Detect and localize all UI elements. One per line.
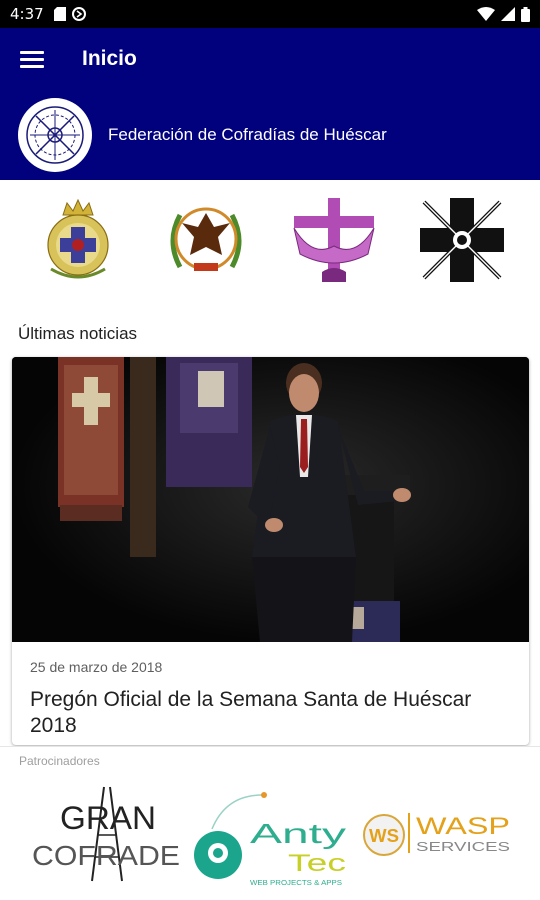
news-title: Pregón Oficial de la Semana Santa de Hué… bbox=[30, 688, 472, 737]
wifi-icon bbox=[477, 7, 495, 21]
federation-emblem-icon bbox=[26, 106, 84, 164]
brotherhood-logo-1[interactable] bbox=[28, 190, 128, 290]
brotherhood-logo-2[interactable] bbox=[156, 190, 256, 290]
latest-news-heading: Últimas noticias bbox=[18, 324, 138, 343]
sponsors-heading: Patrocinadores bbox=[19, 754, 100, 768]
sponsor-3-line2: SERVICES bbox=[416, 839, 510, 854]
status-bar: 4:37 bbox=[0, 0, 540, 28]
toolbar: Inicio bbox=[0, 28, 540, 90]
organization-header: Federación de Cofradías de Huéscar bbox=[18, 98, 387, 172]
sponsor-wasp-services[interactable]: WS WASP SERVICES bbox=[358, 809, 514, 864]
status-time: 4:37 bbox=[10, 5, 44, 23]
battery-icon bbox=[521, 6, 530, 22]
hamburger-menu-icon[interactable] bbox=[20, 47, 44, 71]
sponsor-1-line2: COFRADE bbox=[32, 840, 180, 871]
eagle-wreath-emblem-icon bbox=[170, 207, 242, 271]
black-cross-swords-icon bbox=[420, 198, 504, 282]
speaker-photo-illustration bbox=[12, 357, 529, 642]
sd-card-icon bbox=[53, 7, 66, 21]
sponsor-3-line1: WASP bbox=[416, 813, 510, 840]
app-bar: Inicio Federación de Cofradías de Huésca… bbox=[0, 28, 540, 180]
purple-cross-shroud-icon bbox=[293, 198, 375, 282]
sponsor-2-tagline: WEB PROJECTS & APPS bbox=[250, 880, 342, 887]
wasp-services-logo-icon: WS WASP SERVICES bbox=[363, 813, 510, 856]
antytec-logo-icon: Anty Tec WEB PROJECTS & APPS bbox=[194, 792, 346, 887]
sponsor-3-badge: WS bbox=[369, 826, 399, 846]
brotherhood-logo-4[interactable] bbox=[412, 190, 512, 290]
signal-icon bbox=[501, 7, 515, 21]
gran-cofrade-logo-icon: GRAN COFRADE bbox=[32, 786, 180, 882]
federation-logo[interactable] bbox=[18, 98, 92, 172]
brotherhood-logos-row bbox=[0, 190, 540, 296]
organization-name: Federación de Cofradías de Huéscar bbox=[108, 125, 387, 144]
sponsor-2-line1: Anty bbox=[250, 818, 346, 849]
page-title: Inicio bbox=[82, 47, 137, 70]
news-image bbox=[12, 357, 529, 642]
data-saver-icon bbox=[71, 7, 86, 21]
sponsor-2-line2: Tec bbox=[288, 850, 346, 877]
news-date: 25 de marzo de 2018 bbox=[30, 659, 163, 675]
news-card[interactable]: 25 de marzo de 2018 Pregón Oficial de la… bbox=[12, 357, 529, 745]
sponsors-section: Patrocinadores GRAN COFRADE Anty Tec WEB… bbox=[0, 746, 540, 900]
sponsor-gran-cofrade[interactable]: GRAN COFRADE bbox=[32, 785, 182, 890]
sponsor-antytec[interactable]: Anty Tec WEB PROJECTS & APPS bbox=[192, 789, 352, 894]
sponsor-1-line1: GRAN bbox=[60, 800, 156, 836]
brotherhood-logo-3[interactable] bbox=[284, 190, 384, 290]
crowned-cross-emblem-icon bbox=[47, 198, 109, 279]
